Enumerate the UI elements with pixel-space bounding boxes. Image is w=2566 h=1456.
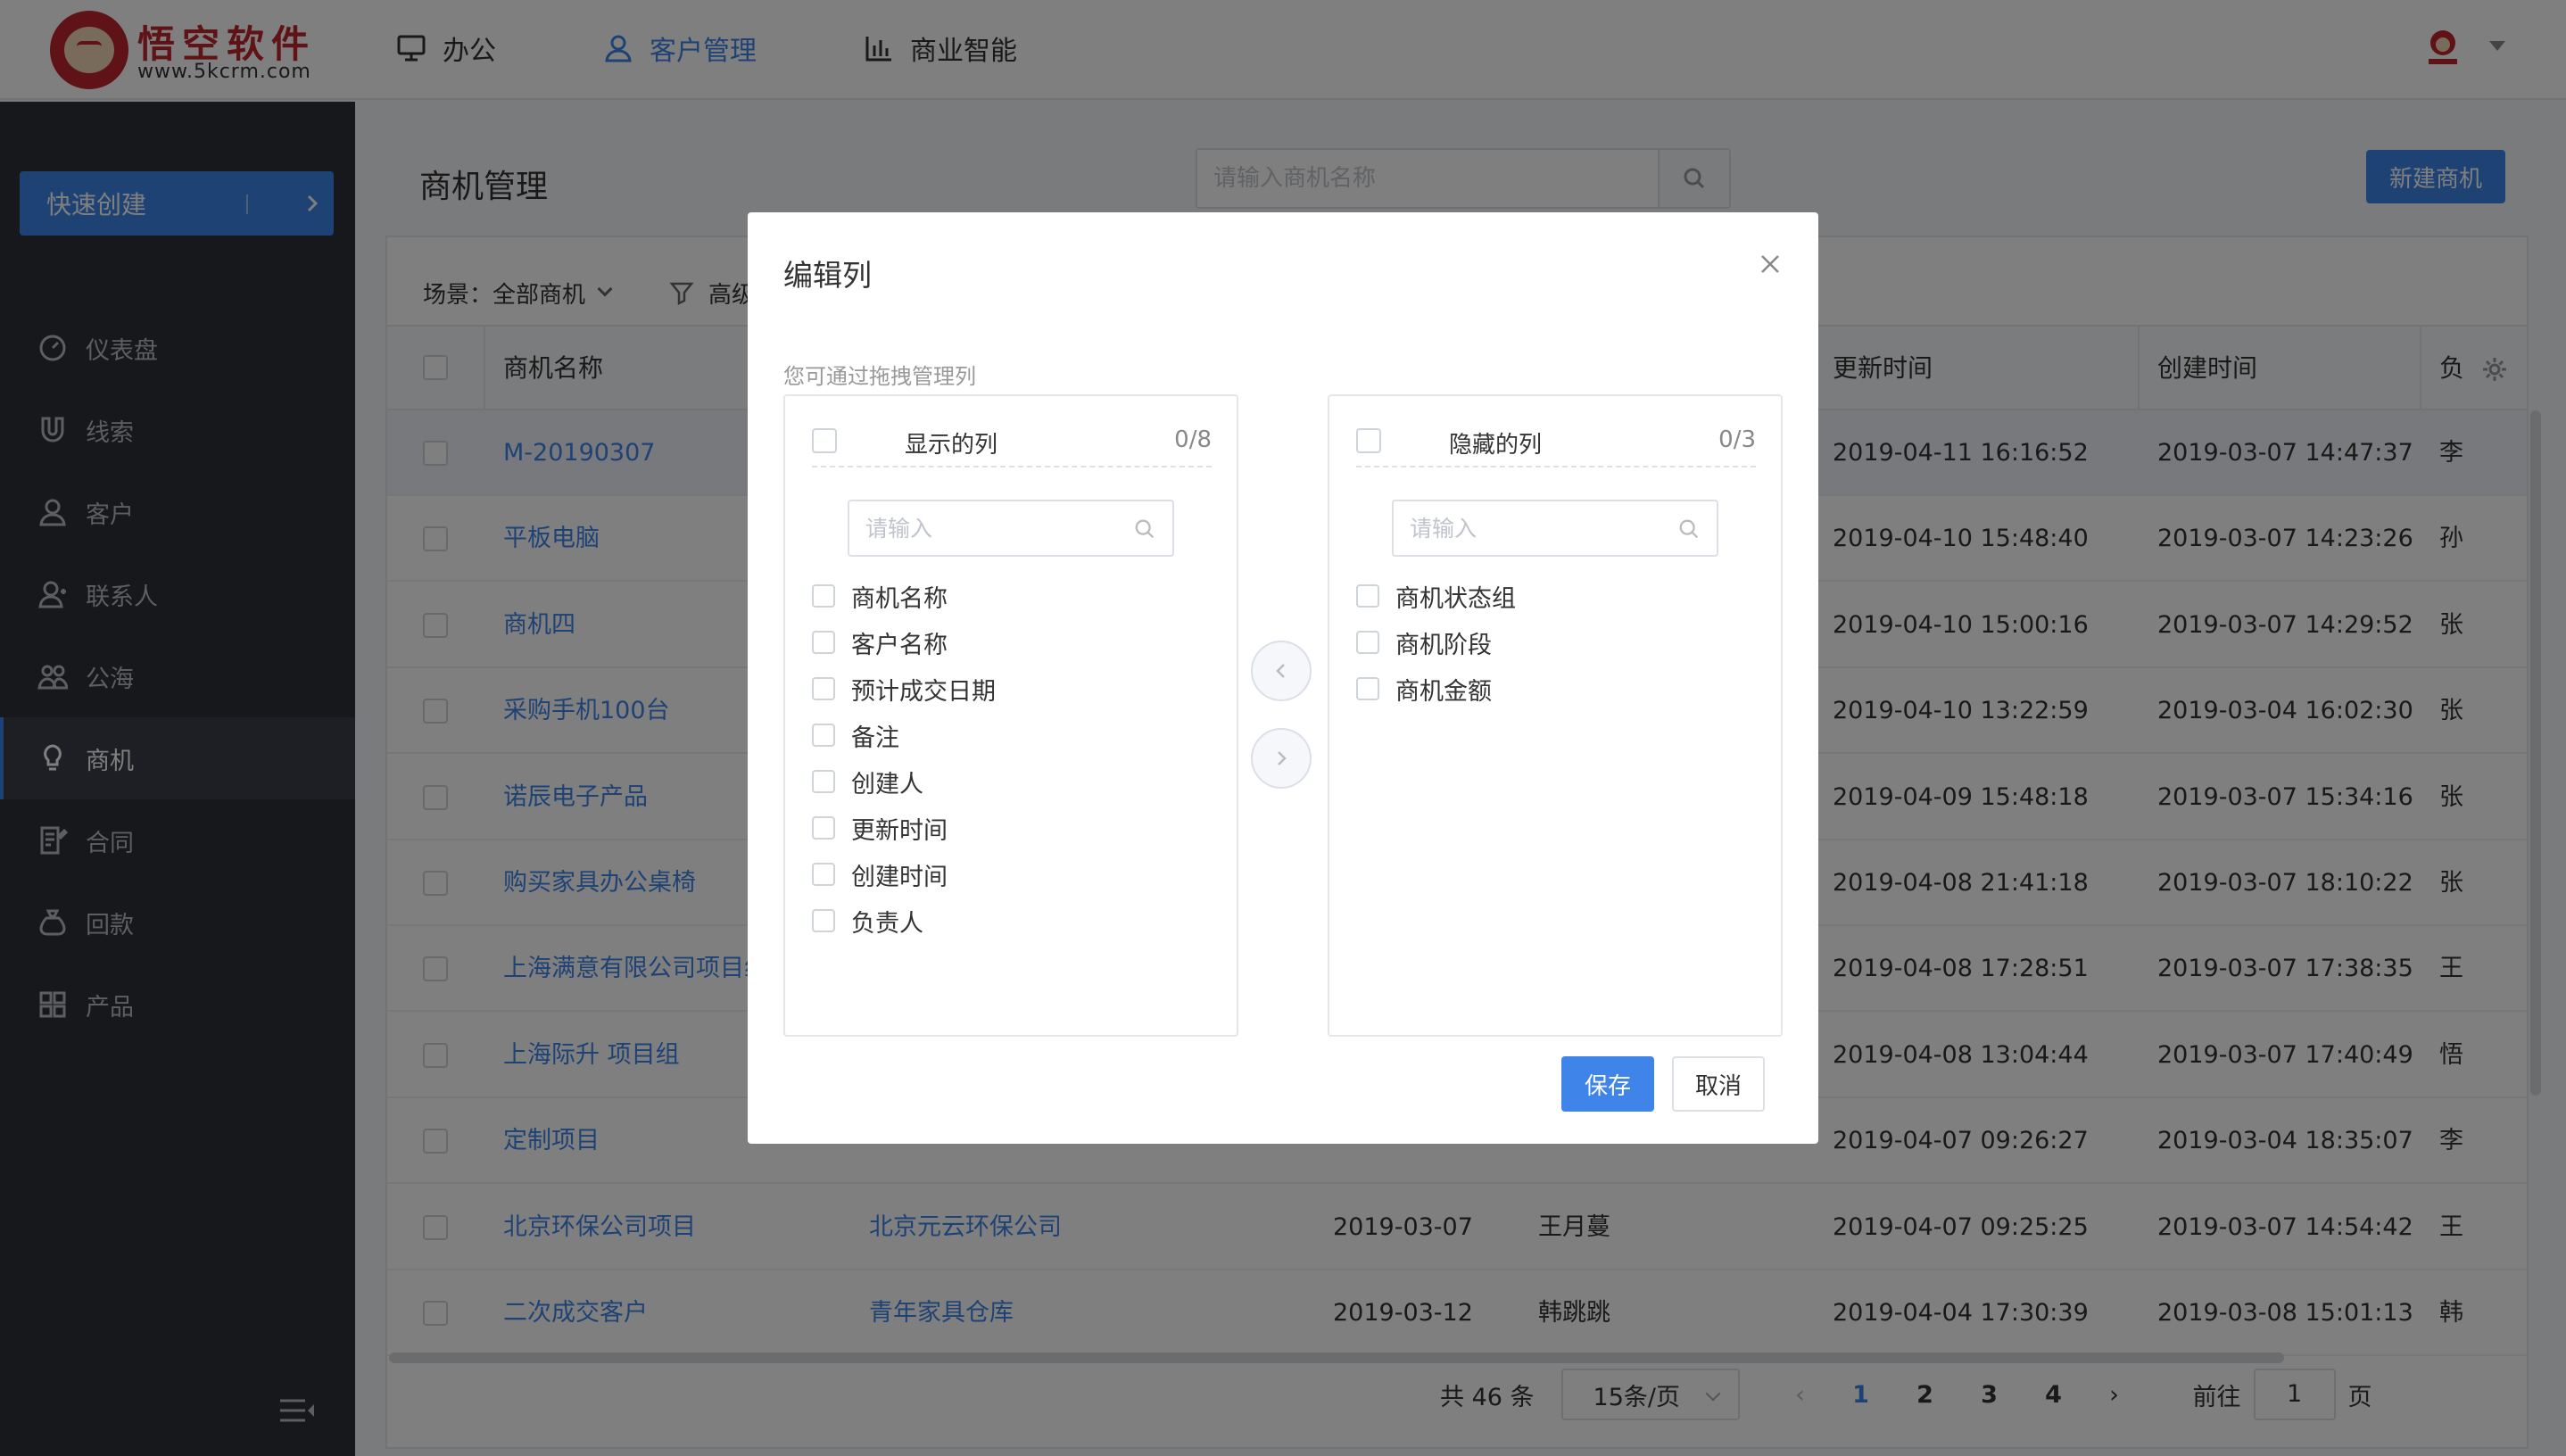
chevron-right-icon <box>1278 751 1287 765</box>
dialog-title: 编辑列 <box>783 258 872 293</box>
column-option[interactable]: 商机名称 <box>812 576 948 616</box>
column-option-label: 创建时间 <box>851 863 948 891</box>
column-option-checkbox[interactable] <box>1356 584 1379 608</box>
column-option-checkbox[interactable] <box>812 909 835 932</box>
panel-title: 显示的列 <box>905 432 998 459</box>
column-option-checkbox[interactable] <box>812 584 835 608</box>
column-option-label: 负责人 <box>851 909 923 938</box>
select-all-hidden-checkbox[interactable] <box>1356 428 1381 453</box>
column-option[interactable]: 商机状态组 <box>1356 576 1516 616</box>
column-option-checkbox[interactable] <box>812 631 835 654</box>
hidden-search <box>1392 500 1718 557</box>
visible-search <box>848 500 1174 557</box>
column-option-label: 备注 <box>851 724 899 752</box>
column-option-label: 预计成交日期 <box>851 677 996 706</box>
move-left-button[interactable] <box>1251 641 1312 701</box>
visible-search-input[interactable] <box>849 501 1135 555</box>
save-button[interactable]: 保存 <box>1561 1056 1654 1112</box>
column-option[interactable]: 客户名称 <box>812 623 948 662</box>
panel-header: 显示的列 0/8 <box>812 419 1212 467</box>
panel-header: 隐藏的列 0/3 <box>1356 419 1756 467</box>
column-option-label: 创建人 <box>851 770 923 798</box>
dialog-tip: 您可通过拖拽管理列 <box>783 364 976 389</box>
selected-count: 0/8 <box>1174 426 1212 453</box>
column-option[interactable]: 预计成交日期 <box>812 669 996 708</box>
column-option-checkbox[interactable] <box>812 863 835 886</box>
column-option-checkbox[interactable] <box>1356 677 1379 700</box>
column-option-checkbox[interactable] <box>812 816 835 840</box>
column-option[interactable]: 负责人 <box>812 901 923 940</box>
column-option-label: 商机金额 <box>1395 677 1492 706</box>
column-option[interactable]: 创建时间 <box>812 855 948 894</box>
column-option-label: 更新时间 <box>851 816 948 845</box>
column-option-label: 商机阶段 <box>1395 631 1492 659</box>
chevron-left-icon <box>1276 664 1285 678</box>
column-option-checkbox[interactable] <box>812 724 835 747</box>
edit-columns-dialog: 编辑列 您可通过拖拽管理列 显示的列 0/8 商机名称客户名称预计成交日期备注创… <box>748 212 1818 1144</box>
column-option-checkbox[interactable] <box>1356 631 1379 654</box>
panel-title: 隐藏的列 <box>1449 432 1543 459</box>
select-all-visible-checkbox[interactable] <box>812 428 837 453</box>
column-option-checkbox[interactable] <box>812 677 835 700</box>
move-right-button[interactable] <box>1251 728 1312 789</box>
column-option[interactable]: 创建人 <box>812 762 923 801</box>
selected-count: 0/3 <box>1718 426 1756 453</box>
column-option-label: 商机状态组 <box>1395 584 1516 613</box>
search-icon <box>1135 519 1155 539</box>
cancel-button[interactable]: 取消 <box>1672 1056 1765 1112</box>
column-option-label: 客户名称 <box>851 631 948 659</box>
column-option[interactable]: 更新时间 <box>812 808 948 848</box>
hidden-search-input[interactable] <box>1394 501 1679 555</box>
column-option[interactable]: 商机阶段 <box>1356 623 1492 662</box>
visible-columns-panel: 显示的列 0/8 商机名称客户名称预计成交日期备注创建人更新时间创建时间负责人 <box>783 394 1238 1037</box>
column-option[interactable]: 备注 <box>812 716 899 755</box>
close-icon[interactable] <box>1759 253 1781 275</box>
column-option-label: 商机名称 <box>851 584 948 613</box>
column-option-checkbox[interactable] <box>812 770 835 793</box>
column-option[interactable]: 商机金额 <box>1356 669 1492 708</box>
hidden-columns-panel: 隐藏的列 0/3 商机状态组商机阶段商机金额 <box>1328 394 1783 1037</box>
search-icon <box>1679 519 1699 539</box>
